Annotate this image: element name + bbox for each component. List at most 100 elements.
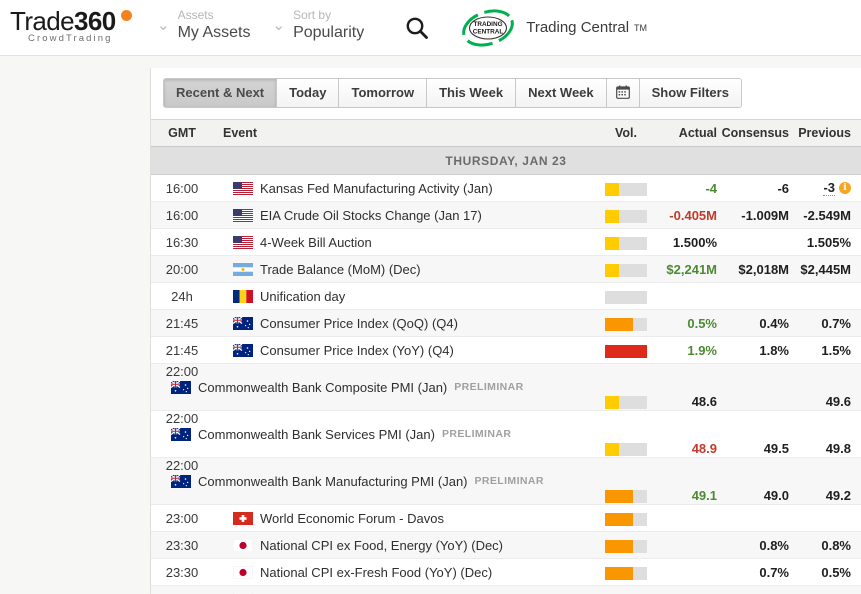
event-name[interactable]: Kansas Fed Manufacturing Activity (Jan) (260, 181, 493, 196)
event-name[interactable]: 4-Week Bill Auction (260, 235, 372, 250)
previous-cell: 1.5% (789, 343, 861, 358)
event-cell: Consumer Price Index (YoY) (Q4) (223, 343, 597, 358)
event-name[interactable]: National CPI ex Food, Energy (YoY) (Dec) (260, 538, 503, 553)
table-row[interactable]: 23:30 National CPI ex-Fresh Food (YoY) (… (151, 559, 861, 586)
flag-ro-icon (233, 289, 253, 303)
table-row[interactable]: 21:45 Consumer Price Index (QoQ) (Q4) 0.… (151, 310, 861, 337)
logo-dot-icon (121, 9, 132, 21)
chevron-down-icon: ⌄ (157, 15, 170, 34)
volatility-bar (605, 566, 647, 580)
volatility-cell (597, 207, 655, 223)
volatility-cell (597, 315, 655, 331)
trademark-symbol: TM (634, 22, 648, 33)
tab-this-week[interactable]: This Week (427, 79, 517, 107)
tab-next-week[interactable]: Next Week (516, 79, 607, 107)
table-row[interactable]: 23:00 World Economic Forum - Davos (151, 505, 861, 532)
consensus-value: 0.4% (759, 315, 789, 331)
logo[interactable]: Trade360 CrowdTrading (10, 6, 135, 50)
search-button[interactable] (400, 11, 434, 45)
event-time: 21:45 (165, 315, 199, 331)
sortby-dropdown[interactable]: ⌄ Sort by Popularity (272, 8, 364, 48)
tab-recent-next[interactable]: Recent & Next (164, 79, 278, 107)
actual-cell: -0.405M (655, 208, 717, 223)
volatility-cell (597, 537, 655, 553)
sortby-dropdown-value: Popularity (293, 23, 365, 41)
assets-dropdown[interactable]: ⌄ Assets My Assets (157, 8, 250, 48)
event-values-line: 49.1 49.0 49.2 (151, 488, 861, 504)
event-time: 24h (171, 288, 193, 304)
calendar-picker-button[interactable] (606, 79, 640, 107)
volatility-bar (605, 344, 647, 358)
flag-us-icon (233, 235, 253, 249)
consensus-cell: -6 (717, 181, 789, 196)
tab-today[interactable]: Today (277, 79, 340, 107)
table-row[interactable]: 23:30 National Consumer Price Index (YoY… (151, 586, 861, 594)
event-time: 23:30 (165, 537, 199, 553)
trading-central-block[interactable]: TRADING CENTRAL Trading Central TM (460, 8, 647, 48)
table-row[interactable]: 22:00 Commonwealth Bank Composite PMI (J… (151, 364, 861, 411)
consensus-value: 0.7% (759, 564, 789, 580)
volatility-bar (605, 512, 647, 526)
event-name[interactable]: Commonwealth Bank Services PMI (Jan) (198, 427, 435, 442)
event-name[interactable]: Trade Balance (MoM) (Dec) (260, 262, 421, 277)
event-name[interactable]: Commonwealth Bank Composite PMI (Jan) (198, 380, 447, 395)
info-icon[interactable]: i (839, 182, 851, 194)
event-name[interactable]: EIA Crude Oil Stocks Change (Jan 17) (260, 208, 482, 223)
table-row[interactable]: 22:00 Commonwealth Bank Manufacturing PM… (151, 458, 861, 505)
column-header-actual: Actual (678, 126, 717, 140)
event-time: 20:00 (165, 261, 199, 277)
event-name[interactable]: World Economic Forum - Davos (260, 511, 444, 526)
actual-value: -0.405M (669, 207, 717, 223)
table-row[interactable]: 16:00 EIA Crude Oil Stocks Change (Jan 1… (151, 202, 861, 229)
actual-value: -4 (705, 180, 717, 196)
tab-tomorrow[interactable]: Tomorrow (339, 79, 428, 107)
table-row[interactable]: 20:00 Trade Balance (MoM) (Dec) $2,241M … (151, 256, 861, 283)
calendar-table: GMT Event Vol. Actual Consensus Previous… (151, 120, 861, 594)
volatility-bar (605, 490, 647, 504)
event-cell: Consumer Price Index (QoQ) (Q4) (223, 316, 597, 331)
table-row[interactable]: 23:30 National CPI ex Food, Energy (YoY)… (151, 532, 861, 559)
event-cell: Commonwealth Bank Manufacturing PMI (Jan… (161, 474, 861, 489)
event-name[interactable]: Commonwealth Bank Manufacturing PMI (Jan… (198, 474, 468, 489)
volatility-cell (597, 510, 655, 526)
column-header-gmt: GMT (168, 126, 196, 140)
consensus-cell: 1.8% (717, 343, 789, 358)
column-header-event: Event (223, 126, 258, 140)
previous-value: $2,445M (800, 261, 851, 277)
event-name[interactable]: Consumer Price Index (YoY) (Q4) (260, 343, 454, 358)
volatility-bar (605, 290, 647, 304)
previous-value: 49.8 (825, 441, 851, 457)
event-time: 22:00 (165, 364, 199, 379)
event-name[interactable]: Unification day (260, 289, 345, 304)
event-time: 16:30 (165, 234, 199, 250)
event-badge: PRELIMINAR (441, 428, 512, 441)
volatility-cell (597, 394, 655, 410)
assets-dropdown-value: My Assets (177, 23, 251, 41)
svg-text:TRADING: TRADING (474, 21, 503, 28)
consensus-cell: -1.009M (717, 208, 789, 223)
volatility-bar (605, 236, 647, 250)
table-row[interactable]: 24h Unification day (151, 283, 861, 310)
event-name[interactable]: Consumer Price Index (QoQ) (Q4) (260, 316, 458, 331)
flag-au-icon (171, 474, 191, 488)
consensus-cell: 0.7% (717, 565, 789, 580)
event-name[interactable]: National CPI ex-Fresh Food (YoY) (Dec) (260, 565, 492, 580)
event-time: 22:00 (165, 458, 199, 473)
table-row[interactable]: 16:00 Kansas Fed Manufacturing Activity … (151, 175, 861, 202)
volatility-bar (605, 317, 647, 331)
logo-text-bold: 360 (73, 5, 116, 36)
show-filters-button[interactable]: Show Filters (639, 79, 741, 107)
table-row[interactable]: 21:45 Consumer Price Index (YoY) (Q4) 1.… (151, 337, 861, 364)
economic-calendar-panel: Recent & Next Today Tomorrow This Week N… (150, 68, 861, 594)
previous-cell: -3 i (789, 180, 861, 196)
app-header: Trade360 CrowdTrading ⌄ Assets My Assets… (0, 0, 861, 56)
event-badge: PRELIMINAR (474, 475, 544, 488)
actual-cell: 48.6 (655, 394, 717, 409)
flag-ch-icon (233, 511, 253, 525)
previous-value-with-info[interactable]: -3 i (823, 180, 851, 196)
event-time: 23:00 (165, 510, 199, 526)
previous-cell: -2.549M (789, 208, 861, 223)
table-row[interactable]: 16:30 4-Week Bill Auction 1.500% 1.505% (151, 229, 861, 256)
table-row[interactable]: 22:00 Commonwealth Bank Services PMI (Ja… (151, 411, 861, 458)
event-time: 21:45 (165, 342, 199, 358)
